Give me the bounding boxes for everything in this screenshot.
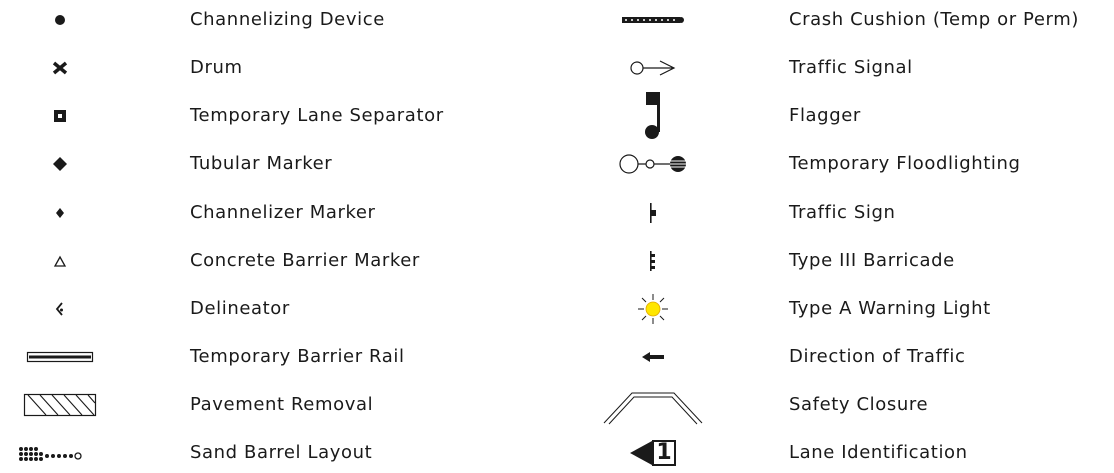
legend-label: Type A Warning Light	[789, 298, 991, 319]
pavement-removal-icon	[0, 385, 120, 425]
legend-label: Concrete Barrier Marker	[190, 250, 420, 271]
temporary-floodlighting-icon	[593, 144, 713, 184]
legend-label: Channelizing Device	[190, 9, 385, 30]
sand-barrel-layout-icon	[0, 433, 120, 473]
temporary-barrier-rail-icon	[0, 337, 120, 377]
temporary-lane-separator-icon	[0, 96, 120, 136]
legend-label: Traffic Signal	[789, 57, 913, 78]
legend-label: Temporary Barrier Rail	[190, 346, 405, 367]
traffic-signal-icon	[593, 48, 713, 88]
channelizing-device-icon	[0, 0, 120, 40]
flagger-icon	[593, 92, 713, 140]
concrete-barrier-marker-icon	[0, 241, 120, 281]
legend-label: Type III Barricade	[789, 250, 955, 271]
type-a-warning-light-icon	[593, 289, 713, 329]
legend-label: Safety Closure	[789, 394, 929, 415]
legend-label: Temporary Floodlighting	[789, 153, 1021, 174]
legend-label: Pavement Removal	[190, 394, 374, 415]
crash-cushion-icon	[593, 0, 713, 40]
legend-label: Tubular Marker	[190, 153, 333, 174]
legend-label: Drum	[190, 57, 243, 78]
legend-label: Crash Cushion (Temp or Perm)	[789, 9, 1079, 30]
legend-label: Temporary Lane Separator	[190, 105, 444, 126]
legend-label: Direction of Traffic	[789, 346, 966, 367]
delineator-icon	[0, 289, 120, 329]
direction-of-traffic-icon	[593, 337, 713, 377]
lane-identification-arrow-icon	[630, 441, 652, 465]
legend-label: Lane Identification	[789, 442, 968, 463]
legend-label: Delineator	[190, 298, 290, 319]
legend-label: Channelizer Marker	[190, 202, 376, 223]
legend-label: Flagger	[789, 105, 861, 126]
drum-icon	[0, 48, 120, 88]
traffic-sign-icon	[593, 193, 713, 233]
legend-label: Traffic Sign	[789, 202, 896, 223]
type-iii-barricade-icon	[593, 241, 713, 281]
legend-label: Sand Barrel Layout	[190, 442, 373, 463]
lane-identification-icon: 1	[593, 433, 713, 473]
tubular-marker-icon	[0, 144, 120, 184]
lane-number-box: 1	[652, 440, 676, 466]
channelizer-marker-icon	[0, 193, 120, 233]
safety-closure-icon	[593, 383, 713, 429]
